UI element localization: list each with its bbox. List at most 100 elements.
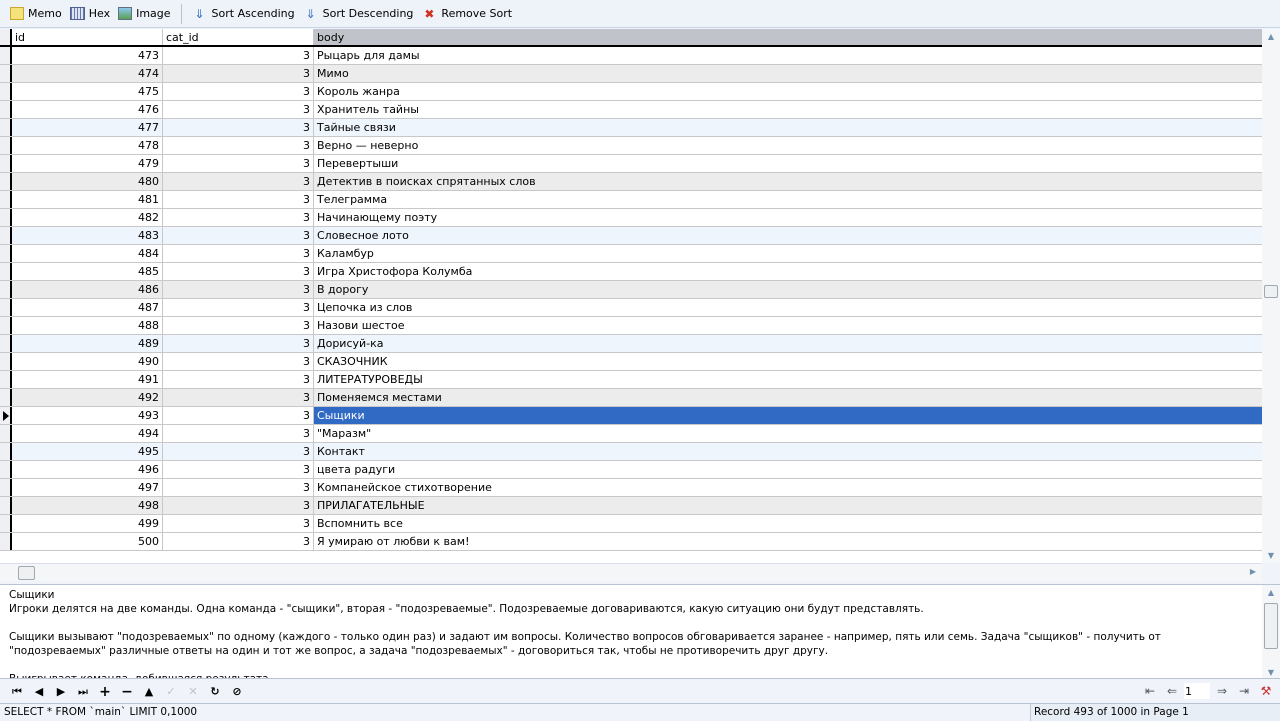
hex-button[interactable]: Hex xyxy=(66,3,114,25)
row-indicator[interactable] xyxy=(0,443,12,460)
cell-cat-id[interactable]: 3 xyxy=(163,83,314,100)
cell-cat-id[interactable]: 3 xyxy=(163,497,314,514)
table-row[interactable]: 482 3 Начинающему поэту xyxy=(0,209,1262,227)
cell-cat-id[interactable]: 3 xyxy=(163,227,314,244)
row-indicator[interactable] xyxy=(0,227,12,244)
cell-cat-id[interactable]: 3 xyxy=(163,119,314,136)
cell-cat-id[interactable]: 3 xyxy=(163,245,314,262)
cell-id[interactable]: 484 xyxy=(12,245,163,262)
cell-body[interactable]: Хранитель тайны xyxy=(314,101,1262,118)
cell-id[interactable]: 493 xyxy=(12,407,163,424)
table-row[interactable]: 497 3 Компанейское стихотворение xyxy=(0,479,1262,497)
clear-filter-icon[interactable]: ⊘ xyxy=(226,685,248,698)
scroll-thumb[interactable] xyxy=(1264,603,1278,649)
row-indicator[interactable] xyxy=(0,479,12,496)
cell-cat-id[interactable]: 3 xyxy=(163,533,314,550)
cell-id[interactable]: 479 xyxy=(12,155,163,172)
table-row[interactable]: 487 3 Цепочка из слов xyxy=(0,299,1262,317)
scroll-up-icon[interactable]: ▲ xyxy=(1262,32,1280,41)
cell-id[interactable]: 477 xyxy=(12,119,163,136)
row-indicator[interactable] xyxy=(0,389,12,406)
cell-id[interactable]: 485 xyxy=(12,263,163,280)
cell-id[interactable]: 491 xyxy=(12,371,163,388)
cell-id[interactable]: 481 xyxy=(12,191,163,208)
cell-id[interactable]: 496 xyxy=(12,461,163,478)
row-indicator[interactable] xyxy=(0,65,12,82)
table-row[interactable]: 475 3 Король жанра xyxy=(0,83,1262,101)
row-indicator[interactable] xyxy=(0,83,12,100)
cell-cat-id[interactable]: 3 xyxy=(163,209,314,226)
cell-cat-id[interactable]: 3 xyxy=(163,191,314,208)
table-row[interactable]: 491 3 ЛИТЕРАТУРОВЕДЫ xyxy=(0,371,1262,389)
grid-horizontal-scrollbar[interactable]: ▶ xyxy=(0,563,1262,581)
cell-cat-id[interactable]: 3 xyxy=(163,479,314,496)
row-indicator[interactable] xyxy=(0,353,12,370)
refresh-icon[interactable]: ↻ xyxy=(204,685,226,698)
cell-body[interactable]: Каламбур xyxy=(314,245,1262,262)
cell-cat-id[interactable]: 3 xyxy=(163,65,314,82)
cell-cat-id[interactable]: 3 xyxy=(163,281,314,298)
cell-cat-id[interactable]: 3 xyxy=(163,173,314,190)
memo-scrollbar[interactable]: ▲ ▼ xyxy=(1262,585,1280,678)
table-row[interactable]: 496 3 цвета радуги xyxy=(0,461,1262,479)
last-page-icon[interactable]: ⇥ xyxy=(1234,684,1254,698)
table-row[interactable]: 474 3 Мимо xyxy=(0,65,1262,83)
row-indicator[interactable] xyxy=(0,263,12,280)
cell-id[interactable]: 478 xyxy=(12,137,163,154)
first-page-icon[interactable]: ⇤ xyxy=(1140,684,1160,698)
cell-body[interactable]: Игра Христофора Колумба xyxy=(314,263,1262,280)
cell-cat-id[interactable]: 3 xyxy=(163,101,314,118)
row-indicator[interactable] xyxy=(0,461,12,478)
sort-ascending-button[interactable]: ⇓ Sort Ascending xyxy=(188,3,299,25)
first-record-icon[interactable]: ⏮ xyxy=(6,685,28,699)
cell-body[interactable]: Дорисуй-ка xyxy=(314,335,1262,352)
table-row[interactable]: 490 3 СКАЗОЧНИК xyxy=(0,353,1262,371)
column-header-cat-id[interactable]: cat_id xyxy=(163,29,314,45)
cell-body[interactable]: Словесное лото xyxy=(314,227,1262,244)
page-settings-icon[interactable]: ⚒ xyxy=(1256,684,1276,698)
cell-body[interactable]: В дорогу xyxy=(314,281,1262,298)
grid-vertical-scrollbar[interactable]: ▲ ▼ xyxy=(1262,29,1280,563)
cell-id[interactable]: 486 xyxy=(12,281,163,298)
scroll-right-icon[interactable]: ▶ xyxy=(1244,567,1262,576)
cell-body[interactable]: ЛИТЕРАТУРОВЕДЫ xyxy=(314,371,1262,388)
scroll-down-icon[interactable]: ▼ xyxy=(1262,551,1280,560)
table-row[interactable]: 479 3 Перевертыши xyxy=(0,155,1262,173)
cell-cat-id[interactable]: 3 xyxy=(163,299,314,316)
cell-id[interactable]: 488 xyxy=(12,317,163,334)
cell-id[interactable]: 474 xyxy=(12,65,163,82)
cell-cat-id[interactable]: 3 xyxy=(163,137,314,154)
remove-sort-button[interactable]: ✖ Remove Sort xyxy=(417,3,516,25)
memo-panel[interactable]: Сыщики Игроки делятся на две команды. Од… xyxy=(0,584,1280,679)
cell-id[interactable]: 483 xyxy=(12,227,163,244)
cell-id[interactable]: 480 xyxy=(12,173,163,190)
cell-id[interactable]: 500 xyxy=(12,533,163,550)
row-indicator[interactable] xyxy=(0,515,12,532)
row-indicator[interactable] xyxy=(0,407,12,424)
scroll-thumb[interactable] xyxy=(1264,285,1278,298)
cell-cat-id[interactable]: 3 xyxy=(163,461,314,478)
cell-cat-id[interactable]: 3 xyxy=(163,263,314,280)
cell-body[interactable]: Детектив в поисках спрятанных слов xyxy=(314,173,1262,190)
cell-id[interactable]: 494 xyxy=(12,425,163,442)
cell-body[interactable]: Вспомнить все xyxy=(314,515,1262,532)
table-row[interactable]: 498 3 ПРИЛАГАТЕЛЬНЫЕ xyxy=(0,497,1262,515)
memo-text[interactable]: Сыщики Игроки делятся на две команды. Од… xyxy=(9,588,1254,678)
scroll-up-icon[interactable]: ▲ xyxy=(1262,588,1280,597)
memo-button[interactable]: Memo xyxy=(6,3,66,25)
cell-body[interactable]: Начинающему поэту xyxy=(314,209,1262,226)
edit-record-icon[interactable]: ▲ xyxy=(138,685,160,698)
table-row[interactable]: 499 3 Вспомнить все xyxy=(0,515,1262,533)
table-row[interactable]: 473 3 Рыцарь для дамы xyxy=(0,47,1262,65)
row-indicator[interactable] xyxy=(0,155,12,172)
cell-id[interactable]: 499 xyxy=(12,515,163,532)
cell-body[interactable]: Назови шестое xyxy=(314,317,1262,334)
row-indicator[interactable] xyxy=(0,101,12,118)
cell-body[interactable]: цвета радуги xyxy=(314,461,1262,478)
row-indicator[interactable] xyxy=(0,299,12,316)
row-indicator[interactable] xyxy=(0,47,12,64)
cell-body[interactable]: Цепочка из слов xyxy=(314,299,1262,316)
cell-cat-id[interactable]: 3 xyxy=(163,335,314,352)
row-indicator[interactable] xyxy=(0,335,12,352)
table-row[interactable]: 476 3 Хранитель тайны xyxy=(0,101,1262,119)
